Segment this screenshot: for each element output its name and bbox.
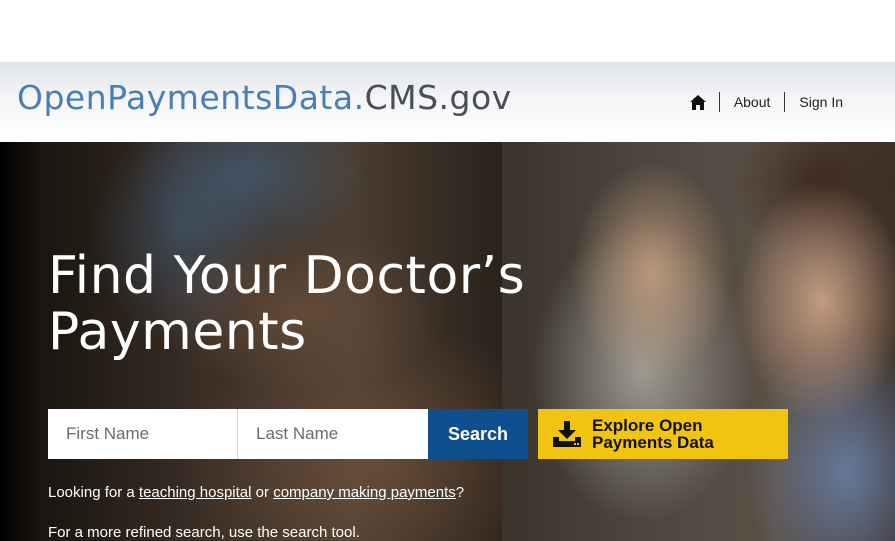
last-name-input[interactable] bbox=[238, 409, 428, 459]
company-making-payments-link[interactable]: company making payments bbox=[273, 484, 456, 501]
hint-prefix: Looking for a bbox=[48, 484, 139, 501]
hint-suffix: ? bbox=[455, 484, 465, 501]
explore-open-payments-button[interactable]: Explore Open Payments Data bbox=[538, 409, 788, 459]
explore-label-line2: Payments Data bbox=[592, 433, 714, 452]
first-name-input[interactable] bbox=[48, 409, 238, 459]
teaching-hospital-link[interactable]: teaching hospital bbox=[139, 484, 252, 501]
search-button[interactable]: Search bbox=[428, 409, 528, 459]
download-icon bbox=[552, 419, 582, 449]
header-nav: About Sign In bbox=[687, 90, 843, 114]
nav-about-link[interactable]: About bbox=[720, 90, 785, 114]
home-icon[interactable] bbox=[687, 91, 709, 113]
doctor-search-form: Search bbox=[48, 409, 528, 459]
site-logo[interactable]: OpenPaymentsData.CMS.gov bbox=[17, 76, 512, 120]
hero-title-line1: Find Your Doctor’s bbox=[48, 246, 526, 306]
hint-teaching-hospital-company: Looking for a teaching hospital or compa… bbox=[48, 484, 464, 501]
explore-button-label: Explore Open Payments Data bbox=[592, 417, 742, 451]
hero-title: Find Your Doctor’s Payments bbox=[48, 248, 608, 360]
logo-text-cms: CMS.gov bbox=[364, 78, 512, 117]
top-blank-bar bbox=[0, 0, 895, 62]
nav-sign-in-link[interactable]: Sign In bbox=[785, 90, 843, 114]
hint-middle: or bbox=[251, 484, 274, 501]
hero-banner: Find Your Doctor’s Payments Search Explo… bbox=[0, 142, 895, 541]
site-header: OpenPaymentsData.CMS.gov About Sign In bbox=[0, 62, 895, 142]
hint-refined-search: For a more refined search, use the searc… bbox=[48, 524, 360, 541]
hero-title-line2: Payments bbox=[48, 302, 307, 362]
logo-text-open-payments: OpenPaymentsData. bbox=[17, 78, 365, 117]
